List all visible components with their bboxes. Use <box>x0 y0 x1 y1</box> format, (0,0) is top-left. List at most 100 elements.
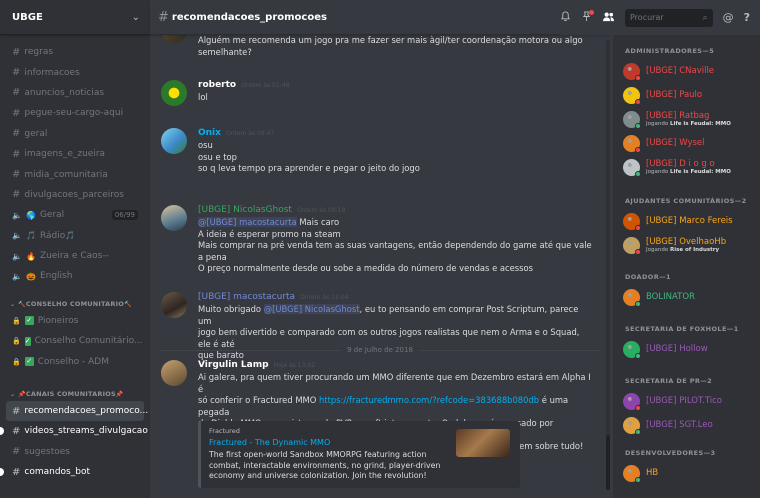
member-avatar <box>623 134 641 153</box>
message-content: [UBGE] NicolasGhost Ontem às 09:18 @[UBGE]… <box>198 205 594 275</box>
message-content: Onix Ontem às 06:47 osu osu e top so q leva … <box>198 128 594 175</box>
role-header: ADMINISTRADORES—5 <box>625 47 715 55</box>
channel-item[interactable]: 🔈 🔥 Zueira e Caos-- <box>6 246 144 266</box>
username[interactable]: [UBGE] macostacurta <box>198 292 295 302</box>
member-item[interactable]: [UBGE] Ratbag Jogando Life is Feudal: MMO <box>623 109 758 129</box>
member-text: BOLINATOR <box>646 292 695 302</box>
unread-indicator <box>0 468 4 477</box>
search-input[interactable]: Procurar ⌕ <box>625 8 713 27</box>
channel-item[interactable]: # informacoes <box>6 62 144 82</box>
member-name: [UBGE] Marco Fereis <box>646 216 733 226</box>
members-icon[interactable] <box>602 11 615 25</box>
server-header[interactable]: UBGE ⌄ <box>0 0 150 35</box>
divider-line <box>160 349 342 351</box>
help-icon[interactable]: ? <box>744 11 750 24</box>
divider-line <box>418 349 600 351</box>
member-item[interactable]: [UBGE] SGT.Leo <box>623 415 758 435</box>
member-name: [UBGE] CNaville <box>646 66 715 76</box>
message-header: roberto Ontem às 01:46 <box>198 80 594 92</box>
user-avatar[interactable] <box>161 128 187 154</box>
member-item[interactable]: [UBGE] Hollow <box>623 339 758 359</box>
channel-emoji-icon: 🎵 <box>25 231 36 241</box>
username[interactable]: roberto <box>198 80 236 90</box>
channel-item[interactable]: 🔈 🎵 Rádio 🎵 <box>6 226 144 246</box>
timestamp: Hoje às 13:02 <box>273 362 315 369</box>
pin-icon[interactable] <box>581 9 594 25</box>
at-icon[interactable]: @ <box>723 11 734 24</box>
member-name: [UBGE] Ratbag <box>646 110 710 121</box>
user-mention[interactable]: @[UBGE] NicolasGhost <box>263 304 360 314</box>
status-indicator <box>635 428 641 435</box>
channel-item[interactable]: 🔈 🌎 Geral 06/99 <box>6 205 144 225</box>
speaker-icon: 🔈 <box>12 271 22 281</box>
bell-icon[interactable] <box>560 10 571 25</box>
member-name: [UBGE] OvelhaoHb <box>646 236 727 247</box>
channel-label: imagens_e_zueira <box>24 149 106 160</box>
member-item[interactable]: [UBGE] CNaville <box>623 61 758 81</box>
channel-item[interactable]: # recomendacoes_promoco... <box>6 400 148 422</box>
embed-thumbnail[interactable] <box>456 429 510 457</box>
chevron-down-icon[interactable]: ⌄ <box>132 12 140 23</box>
username[interactable]: Virgulin Lamp <box>198 360 269 370</box>
member-text: [UBGE] Marco Fereis <box>646 216 733 226</box>
channel-item[interactable]: # videos_streams_divulgacao <box>0 421 148 441</box>
message-header: Onix Ontem às 06:47 <box>198 128 594 140</box>
activity-game: Life is Feudal: MMO <box>669 120 731 127</box>
member-item[interactable]: BOLINATOR <box>623 287 758 307</box>
channel-item[interactable]: # sugestoes <box>6 442 144 462</box>
scrollbar-thumb[interactable] <box>606 435 610 490</box>
user-avatar[interactable] <box>161 80 187 106</box>
hash-icon: # <box>12 189 21 201</box>
unread-dot <box>589 9 594 15</box>
member-item[interactable]: [UBGE] Paulo <box>623 85 758 105</box>
channel-item[interactable]: # regras <box>6 42 144 62</box>
user-mention[interactable]: @[UBGE] macostacurta <box>198 217 297 227</box>
message-list: Alguém me recomenda um jogo pra me fazer… <box>150 35 610 498</box>
channel-label: Zueira e Caos-- <box>39 251 109 262</box>
category-canais[interactable]: ⌄ 📌 CANAIS COMUNITARIOS 📌 <box>0 381 150 401</box>
username[interactable]: Onix <box>198 128 221 138</box>
member-name: [UBGE] D i o g o <box>646 158 715 169</box>
channel-item[interactable]: # anuncios_noticias <box>6 83 144 103</box>
member-activity: Jogando Life is Feudal: MMO <box>646 169 731 176</box>
user-avatar[interactable] <box>161 360 187 386</box>
member-item[interactable]: [UBGE] D i o g o Jogando Life is Feudal: … <box>623 157 758 177</box>
message-text: lol <box>198 92 208 102</box>
activity-prefix: Jogando <box>646 168 670 175</box>
channel-item[interactable]: 🔒 ✓ Pioneiros <box>6 311 144 331</box>
message-text-segment: Mais caro <box>296 217 340 227</box>
channel-item[interactable]: 🔒 ✓ Conselho Comunitário... <box>6 331 144 351</box>
check-icon: ✓ <box>24 316 34 326</box>
status-indicator <box>635 170 641 177</box>
member-avatar <box>623 86 641 105</box>
channel-label: pegue-seu-cargo-aqui <box>24 108 124 119</box>
channel-item[interactable]: # geral <box>6 124 144 144</box>
member-item[interactable]: HB <box>623 463 758 483</box>
member-avatar <box>623 158 641 177</box>
member-item[interactable]: [UBGE] PILOT.Tico <box>623 391 758 411</box>
member-item[interactable]: [UBGE] OvelhaoHb Jogando Rise of Industry <box>623 235 758 255</box>
channel-item[interactable]: # comandos_bot <box>0 462 144 482</box>
user-avatar[interactable] <box>161 292 187 318</box>
channel-item[interactable]: # midia_comunitaria <box>6 164 144 184</box>
member-name: [UBGE] Hollow <box>646 344 708 354</box>
status-indicator <box>635 146 641 153</box>
role-header: DOADOR—1 <box>625 273 671 281</box>
activity-prefix: Jogando <box>646 246 670 253</box>
channel-item[interactable]: # pegue-seu-cargo-aqui <box>6 103 144 123</box>
user-avatar[interactable] <box>161 205 187 231</box>
message-link[interactable]: https://fracturedmmo.com/?refcode=383688… <box>319 395 539 405</box>
scrollbar[interactable] <box>606 40 610 490</box>
message-text: Ai galera, pra quem tiver procurando um … <box>198 372 591 394</box>
channel-item[interactable]: # imagens_e_zueira <box>6 144 144 164</box>
member-item[interactable]: [UBGE] Wysel <box>623 133 758 153</box>
channel-item[interactable]: 🔈 🎃 English <box>6 266 144 286</box>
channel-item[interactable]: # divulgacoes_parceiros <box>6 185 144 205</box>
member-item[interactable]: [UBGE] Marco Fereis <box>623 211 758 231</box>
category-conselho[interactable]: ⌄ 🔨 CONSELHO COMUNITARIO 🔨 <box>0 291 150 311</box>
user-avatar[interactable] <box>161 35 187 43</box>
hash-icon: # <box>12 405 21 417</box>
channel-item[interactable]: 🔒 ✓ Conselho - ADM <box>6 351 144 371</box>
username[interactable]: [UBGE] NicolasGhost <box>198 205 292 215</box>
channel-label: Conselho Comunitário... <box>34 336 143 347</box>
